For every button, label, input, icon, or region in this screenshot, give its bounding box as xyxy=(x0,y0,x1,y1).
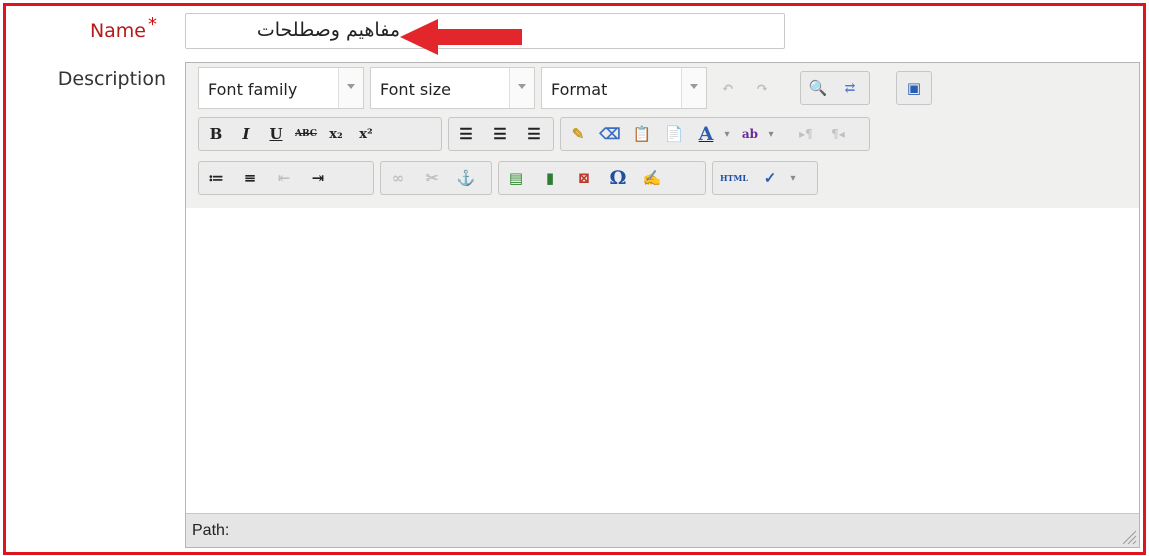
edit-icon[interactable]: ✍ xyxy=(638,164,666,192)
annotation-arrow xyxy=(400,19,522,55)
editor-toolbar: Font family Font size Format ↶ ↷ 🔍 ⇄ ▣ B… xyxy=(186,63,1139,209)
html-button[interactable]: HTML xyxy=(716,164,752,192)
format-select[interactable]: Format xyxy=(541,67,707,109)
chevron-down-icon xyxy=(681,68,706,108)
subscript-button[interactable]: x₂ xyxy=(322,120,350,148)
bold-button[interactable]: B xyxy=(202,120,230,148)
required-marker: * xyxy=(148,14,157,35)
name-label: Name xyxy=(89,20,146,42)
nolink-icon[interactable]: ⊠ xyxy=(570,164,598,192)
eraser-icon[interactable]: ⌫ xyxy=(596,120,624,148)
font-size-select-label: Font size xyxy=(380,80,451,99)
underline-button[interactable]: U xyxy=(262,120,290,148)
numbered-list-icon[interactable]: ≡ xyxy=(236,164,264,192)
align-center-icon[interactable]: ☰ xyxy=(486,120,514,148)
indent-icon[interactable]: ⇥ xyxy=(304,164,332,192)
chevron-down-icon[interactable]: ▾ xyxy=(764,120,778,148)
image-icon[interactable]: ▤ xyxy=(502,164,530,192)
align-left-icon[interactable]: ☰ xyxy=(452,120,480,148)
chevron-down-icon xyxy=(509,68,534,108)
replace-icon[interactable]: ⇄ xyxy=(836,74,864,102)
redo-icon[interactable]: ↷ xyxy=(748,74,776,102)
format-select-label: Format xyxy=(551,80,608,99)
paste-text-icon[interactable]: 📋 xyxy=(628,120,656,148)
spellcheck-icon[interactable]: ✓ xyxy=(756,164,784,192)
link-icon[interactable]: ∞ xyxy=(384,164,412,192)
superscript-button[interactable]: x² xyxy=(352,120,380,148)
media-icon[interactable]: ▮ xyxy=(536,164,564,192)
align-right-icon[interactable]: ☰ xyxy=(520,120,548,148)
chevron-down-icon xyxy=(338,68,363,108)
highlight-color-icon[interactable]: ab xyxy=(736,120,764,148)
fullscreen-icon[interactable]: ▣ xyxy=(900,74,928,102)
font-family-select[interactable]: Font family xyxy=(198,67,364,109)
resize-handle-icon[interactable] xyxy=(1119,527,1137,545)
font-color-button[interactable]: A xyxy=(692,120,720,148)
italic-button[interactable]: I xyxy=(232,120,260,148)
chevron-down-icon[interactable]: ▾ xyxy=(786,164,800,192)
path-label: Path: xyxy=(192,522,230,539)
paste-word-icon[interactable]: 📄 xyxy=(660,120,688,148)
description-label: Description xyxy=(57,68,166,90)
bullet-list-icon[interactable]: ≔ xyxy=(202,164,230,192)
ltr-icon[interactable]: ▸¶ xyxy=(792,120,820,148)
find-icon[interactable]: 🔍 xyxy=(804,74,832,102)
strikethrough-button[interactable]: ABC xyxy=(292,120,320,148)
editor-statusbar: Path: xyxy=(186,513,1139,547)
rich-text-editor: Font family Font size Format ↶ ↷ 🔍 ⇄ ▣ B… xyxy=(185,62,1140,548)
undo-icon[interactable]: ↶ xyxy=(714,74,742,102)
rtl-icon[interactable]: ¶◂ xyxy=(824,120,852,148)
anchor-icon[interactable]: ⚓ xyxy=(452,164,480,192)
name-input-value: مفاهيم وصطلحات xyxy=(256,19,400,41)
font-family-select-label: Font family xyxy=(208,80,298,99)
editor-content-area[interactable] xyxy=(186,208,1139,513)
special-char-button[interactable]: Ω xyxy=(604,164,632,192)
cleanup-icon[interactable]: ✎ xyxy=(564,120,592,148)
chevron-down-icon[interactable]: ▾ xyxy=(720,120,734,148)
unlink-icon[interactable]: ✂ xyxy=(418,164,446,192)
outdent-icon[interactable]: ⇤ xyxy=(270,164,298,192)
font-size-select[interactable]: Font size xyxy=(370,67,535,109)
